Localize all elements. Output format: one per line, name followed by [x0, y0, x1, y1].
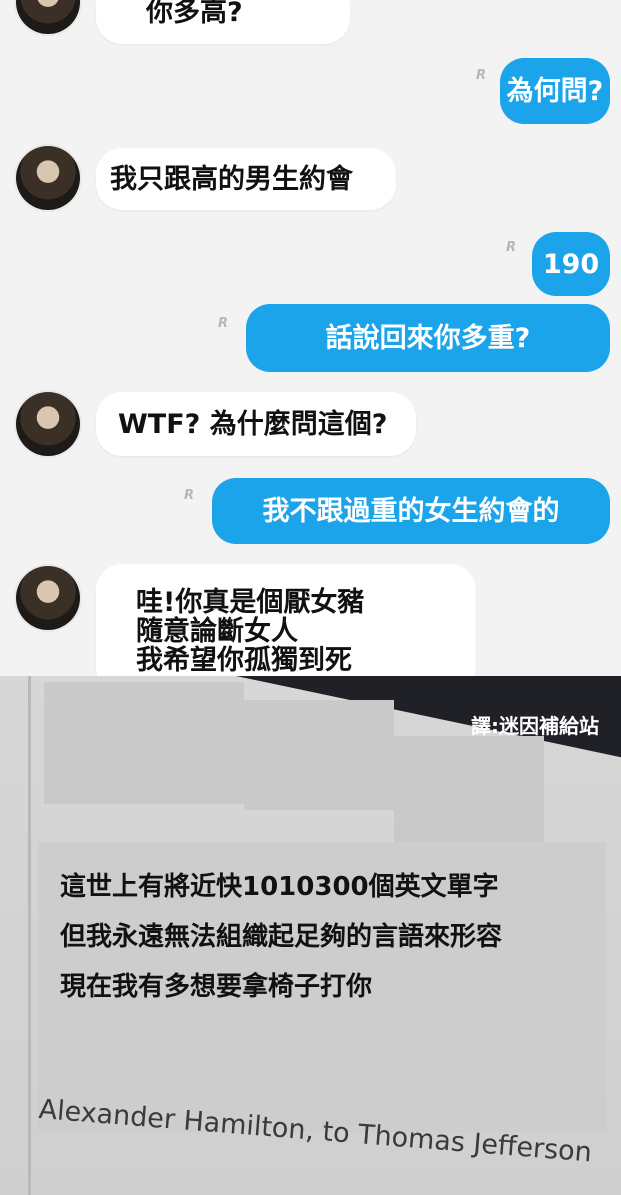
chat-screenshot: 你多高? R 為何問? 我只跟高的男生約會 R 190 R 話說回來你多重? W… — [0, 0, 621, 676]
message-line: 我希望你孤獨到死 — [136, 645, 352, 676]
translator-credit: 譯:迷因補給站 — [471, 714, 599, 738]
outgoing-message: 我不跟過重的女生約會的 — [212, 478, 610, 544]
quote-line: 但我永遠無法組織起足夠的言語來形容 — [60, 922, 503, 952]
censor-block — [44, 682, 244, 804]
avatar — [16, 392, 80, 456]
incoming-message: 我只跟高的男生約會 — [96, 148, 396, 210]
avatar — [16, 566, 80, 630]
message-text: 你多高? — [146, 0, 243, 28]
message-text: 我不跟過重的女生約會的 — [262, 495, 560, 527]
message-text: 話說回來你多重? — [325, 322, 531, 354]
outgoing-message: 為何問? — [500, 58, 610, 124]
meme-panel: 譯:迷因補給站 這世上有將近快1010300個英文單字 但我永遠無法組織起足夠的… — [0, 676, 621, 1195]
message-text: 190 — [542, 248, 600, 280]
avatar — [16, 0, 80, 34]
outgoing-message: 190 — [532, 232, 610, 296]
read-receipt-icon: R — [218, 316, 229, 331]
incoming-message: WTF? 為什麼問這個? — [96, 392, 416, 456]
censor-block — [244, 700, 394, 810]
read-receipt-icon: R — [184, 488, 195, 503]
outgoing-message: 話說回來你多重? — [246, 304, 610, 372]
read-receipt-icon: R — [476, 68, 487, 83]
message-text: 為何問? — [506, 75, 604, 107]
read-receipt-icon: R — [506, 240, 517, 255]
message-text: 我只跟高的男生約會 — [110, 163, 353, 195]
censor-block — [394, 736, 544, 848]
message-text: WTF? 為什麼問這個? — [118, 408, 388, 440]
quote-line: 現在我有多想要拿椅子打你 — [60, 972, 373, 1002]
incoming-message: 哇!你真是個厭女豬 隨意論斷女人 我希望你孤獨到死 — [96, 564, 476, 676]
incoming-message: 你多高? — [96, 0, 350, 44]
message-line: 哇!你真是個厭女豬 — [136, 587, 365, 618]
divider — [28, 676, 31, 1195]
quote-line: 這世上有將近快1010300個英文單字 — [60, 872, 499, 902]
avatar — [16, 146, 80, 210]
message-line: 隨意論斷女人 — [136, 616, 298, 647]
